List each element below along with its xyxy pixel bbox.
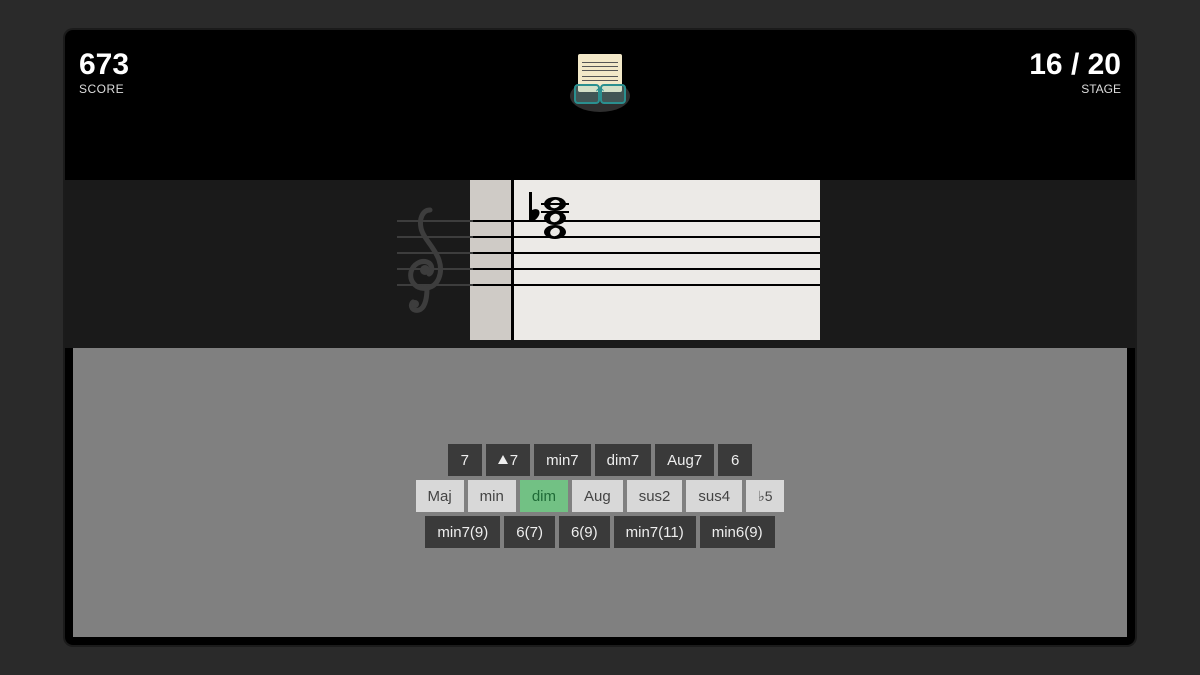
answer-min7-9[interactable]: min7(9) (425, 516, 500, 548)
answer-rows: 7 7 min7 dim7 Aug7 6 Maj min dim Aug sus… (73, 444, 1127, 548)
answer-min6-9[interactable]: min6(9) (700, 516, 775, 548)
answer-flat5[interactable]: ♭5 (746, 480, 784, 512)
answer-sus4[interactable]: sus4 (686, 480, 742, 512)
game-frame: 673 SCORE 16 / 20 STAGE (65, 30, 1135, 645)
stage-block: 16 / 20 STAGE (1029, 50, 1121, 96)
answer-7[interactable]: 7 (448, 444, 482, 476)
score-value: 673 (79, 50, 129, 80)
answer-dim[interactable]: dim (520, 480, 568, 512)
header-bar: 673 SCORE 16 / 20 STAGE (65, 30, 1135, 118)
answer-min7[interactable]: min7 (534, 444, 591, 476)
answer-row-2: Maj min dim Aug sus2 sus4 ♭5 (416, 480, 785, 512)
app-logo (556, 52, 644, 112)
answer-maj7-triangle[interactable]: 7 (486, 444, 530, 476)
answer-row-3: min7(9) 6(7) 6(9) min7(11) min6(9) (425, 516, 774, 548)
treble-clef-icon (395, 204, 465, 320)
answer-min[interactable]: min (468, 480, 516, 512)
answer-6[interactable]: 6 (718, 444, 752, 476)
triangle-icon (498, 455, 508, 464)
answer-panel: 7 7 min7 dim7 Aug7 6 Maj min dim Aug sus… (73, 348, 1127, 637)
answer-6-7[interactable]: 6(7) (504, 516, 555, 548)
answer-6-9[interactable]: 6(9) (559, 516, 610, 548)
score-label: SCORE (79, 82, 129, 96)
staff-area (65, 180, 1135, 348)
answer-min7-11[interactable]: min7(11) (614, 516, 696, 548)
answer-dim7[interactable]: dim7 (595, 444, 652, 476)
glasses-icon (574, 84, 626, 104)
answer-aug[interactable]: Aug (572, 480, 623, 512)
answer-aug7[interactable]: Aug7 (655, 444, 714, 476)
answer-maj[interactable]: Maj (416, 480, 464, 512)
stage-label: STAGE (1029, 82, 1121, 96)
stage-value: 16 / 20 (1029, 50, 1121, 80)
flat-accidental-icon (529, 192, 540, 222)
score-block: 673 SCORE (79, 50, 129, 96)
answer-sus2[interactable]: sus2 (627, 480, 683, 512)
answer-row-1: 7 7 min7 dim7 Aug7 6 (448, 444, 752, 476)
chord-notation (525, 192, 585, 257)
